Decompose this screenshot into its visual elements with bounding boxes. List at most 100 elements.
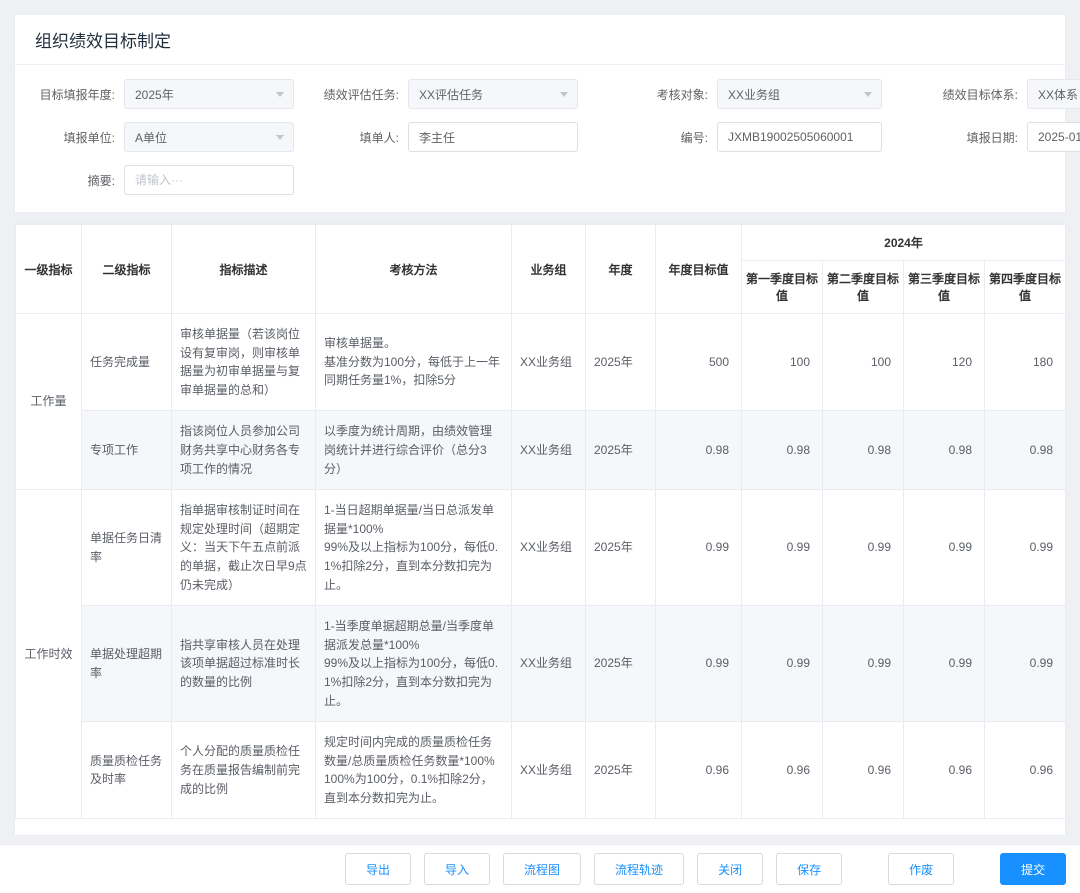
eval-task-value: XX评估任务	[419, 86, 483, 103]
assess-object-label: 考核对象:	[623, 86, 717, 103]
field-filler: 填单人:	[314, 122, 578, 152]
assess-object-value: XX业务组	[728, 86, 780, 103]
cell-year: 2025年	[586, 411, 656, 490]
col-header-method: 考核方法	[316, 225, 512, 314]
cell-q4-target: 0.99	[985, 606, 1066, 722]
target-year-select[interactable]: 2025年	[124, 79, 294, 109]
summary-input[interactable]	[124, 165, 294, 195]
cell-desc: 审核单据量（若该岗位设有复审岗，则审核单据量为初审单据量与复审单据量的总和）	[172, 314, 316, 411]
eval-task-select[interactable]: XX评估任务	[408, 79, 578, 109]
cell-level2: 专项工作	[82, 411, 172, 490]
cell-year: 2025年	[586, 314, 656, 411]
report-date-label: 填报日期:	[922, 129, 1027, 146]
cell-desc: 指单据审核制证时间在规定处理时间（超期定义：当天下午五点前派的单据，截止次日早9…	[172, 490, 316, 606]
cell-group: XX业务组	[512, 722, 586, 819]
number-label: 编号:	[623, 129, 717, 146]
form-row-3: 摘要:	[25, 165, 1055, 195]
form-row-2: 填报单位: A单位 填单人: 编号: 填报日期:	[25, 122, 1055, 152]
col-header-q2: 第二季度目标值	[823, 261, 904, 314]
target-system-value: XX体系	[1038, 86, 1078, 103]
cell-group: XX业务组	[512, 606, 586, 722]
cell-q4-target: 0.96	[985, 722, 1066, 819]
cell-method: 审核单据量。 基准分数为100分，每低于上一年同期任务量1%，扣除5分	[316, 314, 512, 411]
field-target-year: 目标填报年度: 2025年	[25, 79, 294, 109]
cell-q2-target: 0.98	[823, 411, 904, 490]
assess-object-select[interactable]: XX业务组	[717, 79, 882, 109]
field-report-unit: 填报单位: A单位	[25, 122, 294, 152]
action-bar: 导出 导入 流程图 流程轨迹 关闭 保存 作废 提交	[0, 844, 1080, 893]
cell-q2-target: 0.96	[823, 722, 904, 819]
col-header-desc: 指标描述	[172, 225, 316, 314]
save-button[interactable]: 保存	[776, 853, 842, 885]
col-header-annual: 年度目标值	[656, 225, 742, 314]
cell-q3-target: 0.98	[904, 411, 985, 490]
page-title: 组织绩效目标制定	[15, 15, 1065, 65]
import-button[interactable]: 导入	[424, 853, 490, 885]
cell-q1-target: 0.99	[742, 490, 823, 606]
cell-q2-target: 100	[823, 314, 904, 411]
cell-annual-target: 500	[656, 314, 742, 411]
cell-method: 1-当日超期单据量/当日总派发单据量*100% 99%及以上指标为100分，每低…	[316, 490, 512, 606]
submit-button[interactable]: 提交	[1000, 853, 1066, 885]
cell-desc: 指该岗位人员参加公司财务共享中心财务各专项工作的情况	[172, 411, 316, 490]
table-row: 工作时效 单据任务日清率 指单据审核制证时间在规定处理时间（超期定义：当天下午五…	[16, 490, 1066, 606]
cell-year: 2025年	[586, 722, 656, 819]
number-input[interactable]	[717, 122, 882, 152]
cell-method: 以季度为统计周期，由绩效管理岗统计并进行综合评价（总分3分）	[316, 411, 512, 490]
col-header-year: 年度	[586, 225, 656, 314]
field-number: 编号:	[623, 122, 882, 152]
report-unit-label: 填报单位:	[25, 129, 124, 146]
cell-level1: 工作时效	[16, 490, 82, 819]
cell-year: 2025年	[586, 490, 656, 606]
field-target-system: 绩效目标体系: XX体系	[922, 79, 1080, 109]
cell-group: XX业务组	[512, 314, 586, 411]
cell-level2: 单据任务日清率	[82, 490, 172, 606]
table-row: 专项工作 指该岗位人员参加公司财务共享中心财务各专项工作的情况 以季度为统计周期…	[16, 411, 1066, 490]
col-header-q3: 第三季度目标值	[904, 261, 985, 314]
invalidate-button[interactable]: 作废	[888, 853, 954, 885]
target-system-label: 绩效目标体系:	[922, 86, 1027, 103]
filler-input[interactable]	[408, 122, 578, 152]
cell-q4-target: 0.98	[985, 411, 1066, 490]
col-header-level2: 二级指标	[82, 225, 172, 314]
col-header-q4: 第四季度目标值	[985, 261, 1066, 314]
cell-q1-target: 0.96	[742, 722, 823, 819]
cell-q1-target: 0.98	[742, 411, 823, 490]
cell-q1-target: 0.99	[742, 606, 823, 722]
cell-annual-target: 0.96	[656, 722, 742, 819]
field-report-date: 填报日期:	[922, 122, 1080, 152]
cell-annual-target: 0.98	[656, 411, 742, 490]
cell-level1: 工作量	[16, 314, 82, 490]
cell-q3-target: 0.99	[904, 490, 985, 606]
goal-form: 目标填报年度: 2025年 绩效评估任务: XX评估任务 考核对象: XX业务组	[15, 65, 1065, 212]
table-row: 工作量 任务完成量 审核单据量（若该岗位设有复审岗，则审核单据量为初审单据量与复…	[16, 314, 1066, 411]
form-row-1: 目标填报年度: 2025年 绩效评估任务: XX评估任务 考核对象: XX业务组	[25, 79, 1055, 109]
close-button[interactable]: 关闭	[697, 853, 763, 885]
summary-label: 摘要:	[25, 172, 124, 189]
chevron-down-icon	[864, 92, 872, 97]
field-assess-object: 考核对象: XX业务组	[623, 79, 882, 109]
cell-annual-target: 0.99	[656, 490, 742, 606]
goal-setting-card: 组织绩效目标制定 目标填报年度: 2025年 绩效评估任务: XX评估任务 考核…	[14, 14, 1066, 213]
col-header-level1: 一级指标	[16, 225, 82, 314]
header-row-1: 一级指标 二级指标 指标描述 考核方法 业务组 年度 年度目标值 2024年	[16, 225, 1066, 261]
flowchart-button[interactable]: 流程图	[503, 853, 581, 885]
target-system-select[interactable]: XX体系	[1027, 79, 1080, 109]
cell-method: 1-当季度单据超期总量/当季度单据派发总量*100% 99%及以上指标为100分…	[316, 606, 512, 722]
cell-level2: 质量质检任务及时率	[82, 722, 172, 819]
field-eval-task: 绩效评估任务: XX评估任务	[314, 79, 578, 109]
report-date-input[interactable]	[1027, 122, 1080, 152]
cell-method: 规定时间内完成的质量质检任务数量/总质量质检任务数量*100% 100%为100…	[316, 722, 512, 819]
flow-track-button[interactable]: 流程轨迹	[594, 853, 684, 885]
target-year-value: 2025年	[135, 86, 174, 103]
cell-q3-target: 120	[904, 314, 985, 411]
cell-q1-target: 100	[742, 314, 823, 411]
report-unit-select[interactable]: A单位	[124, 122, 294, 152]
target-year-label: 目标填报年度:	[25, 86, 124, 103]
indicators-table-card: 一级指标 二级指标 指标描述 考核方法 业务组 年度 年度目标值 2024年 第…	[14, 223, 1066, 836]
eval-task-label: 绩效评估任务:	[314, 86, 408, 103]
export-button[interactable]: 导出	[345, 853, 411, 885]
cell-desc: 个人分配的质量质检任务在质量报告编制前完成的比例	[172, 722, 316, 819]
field-summary: 摘要:	[25, 165, 294, 195]
filler-label: 填单人:	[314, 129, 408, 146]
